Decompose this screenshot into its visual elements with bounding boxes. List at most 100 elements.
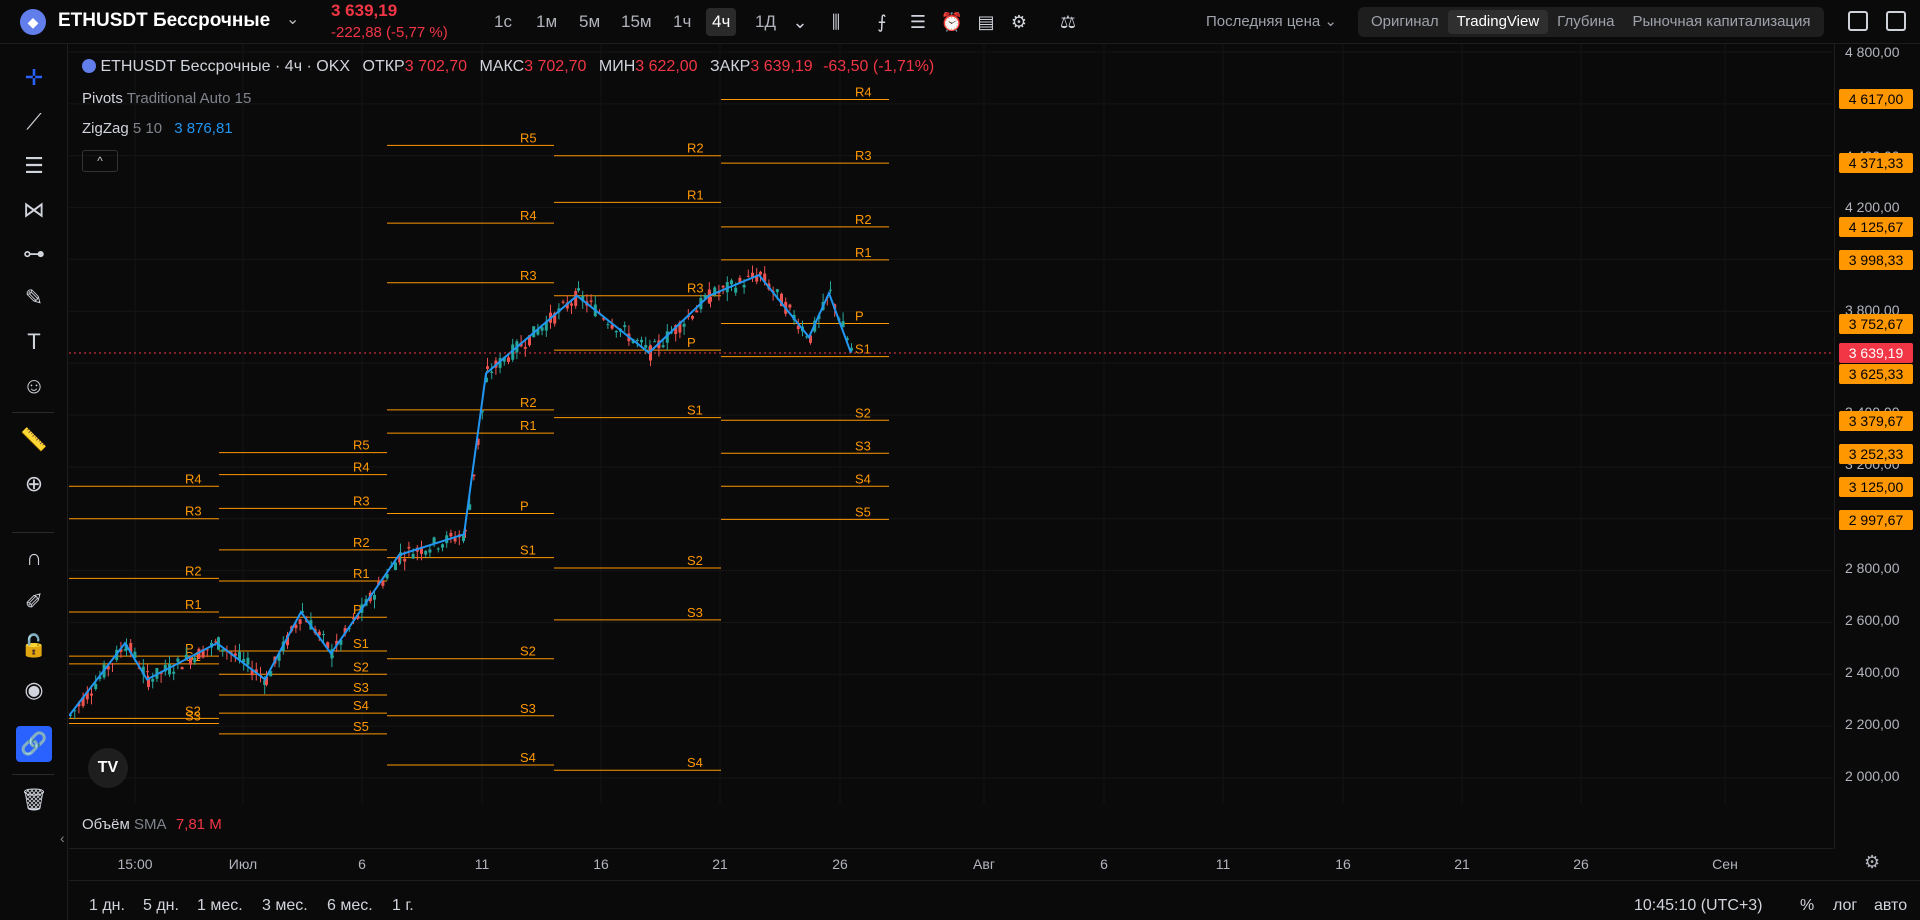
tab-original[interactable]: Оригинал: [1362, 10, 1448, 34]
candle-body: [381, 581, 385, 586]
pivot-label: S2: [520, 644, 536, 659]
tab-tradingview[interactable]: TradingView: [1447, 10, 1549, 34]
candle-body: [424, 550, 428, 555]
range-1m-button[interactable]: 1 мес.: [197, 897, 243, 915]
timeframe-4h[interactable]: 4ч: [706, 8, 737, 36]
magnet-icon[interactable]: ∩: [14, 540, 54, 576]
volume-legend[interactable]: Объём SMA 7,81 M: [82, 816, 222, 833]
range-6m-button[interactable]: 6 мес.: [327, 897, 373, 915]
toolbar-divider: [12, 532, 54, 533]
link-icon[interactable]: 🔗: [16, 726, 52, 762]
trend-line-icon[interactable]: ⟋: [14, 104, 54, 140]
zoom-in-icon[interactable]: ⊕: [14, 466, 54, 502]
log-toggle[interactable]: лог: [1833, 897, 1857, 915]
window-icon[interactable]: [1848, 11, 1868, 31]
timeframe-1m[interactable]: 1м: [530, 8, 563, 36]
price-tick: 2 000,00: [1845, 768, 1900, 784]
pivot-price-label: 3 998,33: [1839, 250, 1913, 270]
lock-drawing-icon[interactable]: ✐: [14, 584, 54, 620]
candle-type-icon[interactable]: ⫼: [824, 10, 848, 34]
price-tick: 2 400,00: [1845, 664, 1900, 680]
price-type-select[interactable]: Последняя цена ⌄: [1206, 12, 1337, 30]
candle-body: [221, 649, 225, 652]
candle-body: [111, 663, 114, 665]
candle-body: [644, 345, 648, 348]
ruler-icon[interactable]: 📏: [14, 422, 54, 458]
eye-icon[interactable]: ◉: [14, 672, 54, 708]
timeframe-more-icon[interactable]: ⌄: [788, 10, 812, 34]
pivot-label: R5: [520, 130, 537, 145]
pivot-price-label: 3 379,67: [1839, 411, 1913, 431]
text-tool-icon[interactable]: T: [14, 324, 54, 360]
volume-name: Объём: [82, 816, 130, 833]
pattern-icon[interactable]: ⋈: [14, 192, 54, 228]
list-icon[interactable]: ☰: [906, 10, 930, 34]
chart-pane[interactable]: R4 R3 R2 R1 P S1 S2 S3 R5 R4 R3 R2 R1 P S1 S2 S3 S4 S5 R5 R4…: [69, 44, 1833, 804]
unlock-icon[interactable]: 🔓: [14, 628, 54, 664]
range-1y-button[interactable]: 1 г.: [392, 897, 414, 915]
pivot-label: S3: [687, 605, 703, 620]
chart-settings-icon[interactable]: ⚙: [1864, 852, 1880, 873]
time-tick: 16: [1335, 856, 1351, 872]
fib-levels-icon[interactable]: ☰: [14, 148, 54, 184]
candle-body: [614, 330, 618, 333]
zigzag-legend[interactable]: ZigZag 5 10 3 876,81: [82, 120, 233, 137]
candle-body: [523, 346, 527, 349]
crosshair-icon[interactable]: ✛: [14, 60, 54, 96]
replay-icon[interactable]: ▤: [974, 10, 998, 34]
time-axis[interactable]: 15:00 Июл 6 11 16 21 26 Авг 6 11 16 21 2…: [69, 848, 1833, 878]
pivot-label: R2: [353, 535, 370, 550]
tradingview-logo[interactable]: TV: [88, 748, 128, 788]
prediction-icon[interactable]: ⊶: [14, 236, 54, 272]
pivots-legend[interactable]: Pivots Traditional Auto 15: [82, 90, 251, 107]
time-tick: Авг: [973, 856, 995, 872]
price-tick: 2 200,00: [1845, 716, 1900, 732]
last-price-label: 3 639,19: [1839, 343, 1913, 363]
timeframe-5m[interactable]: 5м: [573, 8, 606, 36]
range-1d-button[interactable]: 1 дн.: [89, 897, 125, 915]
symbol-name[interactable]: ETHUSDT Бессрочные: [58, 10, 270, 32]
toolbar-divider: [12, 412, 54, 413]
candle-body: [623, 325, 627, 328]
fullscreen-icon[interactable]: [1886, 11, 1906, 31]
pivot-label: S4: [353, 698, 369, 713]
candle-body: [829, 289, 832, 291]
compare-scale-icon[interactable]: ⚖: [1056, 10, 1080, 34]
zigzag-name: ZigZag: [82, 120, 129, 137]
pivot-price-label: 3 252,33: [1839, 444, 1913, 464]
indicators-icon[interactable]: ⨍: [870, 10, 894, 34]
candle-body: [640, 339, 643, 343]
emoji-icon[interactable]: ☺: [14, 368, 54, 404]
pivots-params: Traditional Auto 15: [126, 90, 252, 107]
settings-gear-icon[interactable]: ⚙: [1007, 10, 1031, 34]
collapse-legend-button[interactable]: ^: [82, 150, 118, 172]
timeframe-1d[interactable]: 1Д: [749, 8, 782, 36]
top-toolbar: ◆ ETHUSDT Бессрочные ⌄ 3 639,19 -222,88 …: [0, 0, 1920, 44]
percent-toggle[interactable]: %: [1800, 897, 1814, 915]
alert-icon[interactable]: ⏰: [940, 10, 964, 34]
pivot-label: R4: [520, 208, 537, 223]
timeframe-1h[interactable]: 1ч: [667, 8, 697, 36]
candle-body: [577, 288, 580, 291]
timeframe-1s[interactable]: 1с: [488, 8, 518, 36]
timeframe-15m[interactable]: 15м: [615, 8, 658, 36]
range-3m-button[interactable]: 3 мес.: [262, 897, 308, 915]
tab-market-cap[interactable]: Рыночная капитализация: [1623, 10, 1819, 34]
candle-body: [606, 324, 610, 326]
brush-icon[interactable]: ✎: [14, 280, 54, 316]
auto-toggle[interactable]: авто: [1874, 897, 1907, 915]
candle-body: [734, 287, 738, 293]
pivot-label: P: [855, 309, 864, 324]
collapse-left-icon[interactable]: ‹: [60, 830, 65, 846]
candle-body: [403, 558, 407, 562]
close-value: 3 639,19: [750, 58, 813, 75]
candle-body: [176, 658, 180, 662]
trash-icon[interactable]: 🗑: [14, 782, 54, 818]
clock-timezone[interactable]: 10:45:10 (UTC+3): [1634, 897, 1763, 915]
tab-depth[interactable]: Глубина: [1548, 10, 1623, 34]
candle-body: [193, 657, 197, 663]
chevron-down-icon[interactable]: ⌄: [286, 9, 299, 29]
price-axis[interactable]: 4 800,00 4 400,00 4 200,00 3 800,00 3 40…: [1834, 44, 1920, 849]
candle-body: [570, 303, 573, 306]
range-5d-button[interactable]: 5 дн.: [143, 897, 179, 915]
